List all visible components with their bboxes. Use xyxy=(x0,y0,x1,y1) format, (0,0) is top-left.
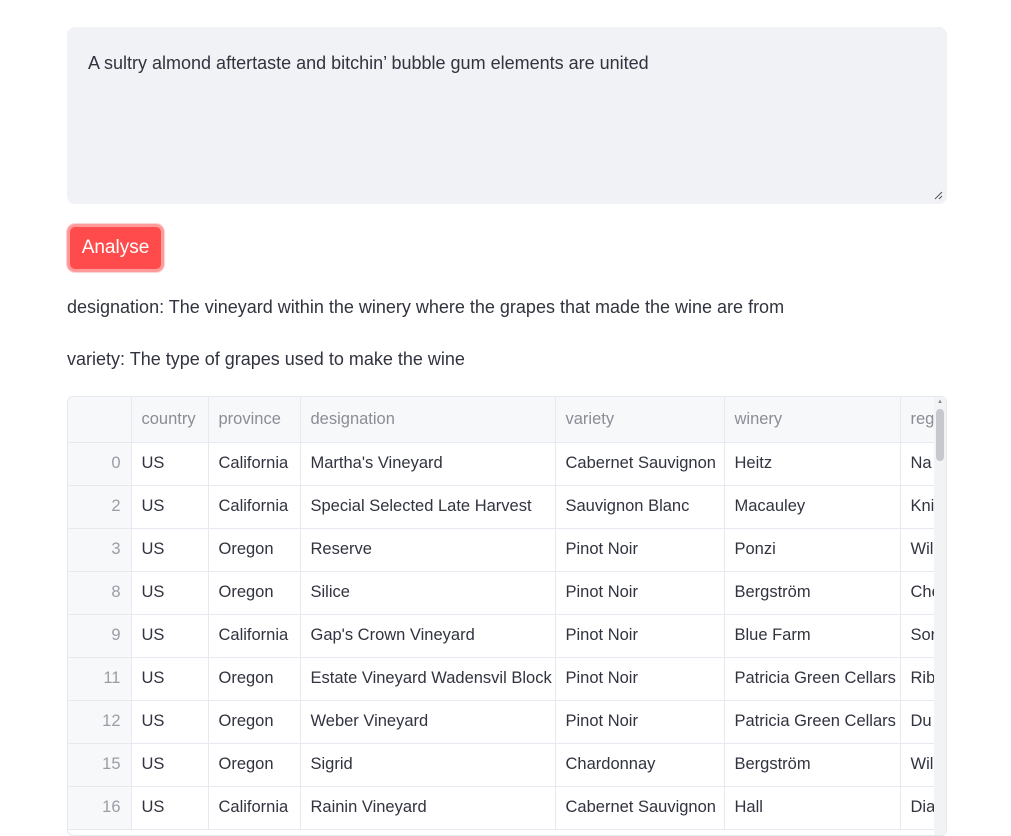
table-cell[interactable]: US xyxy=(131,786,209,830)
table-cell[interactable]: Blue Farm xyxy=(724,614,901,658)
table-cell[interactable]: Bergström xyxy=(724,743,901,787)
table-cell[interactable]: US xyxy=(131,571,209,615)
row-index[interactable]: 8 xyxy=(68,571,132,615)
table-cell[interactable]: Oregon xyxy=(208,700,301,744)
table-cell[interactable]: Sigrid xyxy=(300,743,556,787)
row-index[interactable]: 11 xyxy=(68,657,132,701)
table-row[interactable]: 3 US Oregon Reserve Pinot Noir Ponzi Wil xyxy=(68,528,946,572)
table-row[interactable]: 12 US Oregon Weber Vineyard Pinot Noir Patric… xyxy=(68,700,946,744)
results-table[interactable]: country province designation variety winery r… xyxy=(67,396,947,836)
table-row[interactable]: 11 US Oregon Estate Vineyard Wadensvil Bloc… xyxy=(68,657,946,701)
table-header-row: country province designation variety winery r… xyxy=(68,397,946,443)
table-row[interactable]: 9 US California Gap's Crown Vineyard Pinot N… xyxy=(68,614,946,658)
table-cell[interactable]: California xyxy=(208,786,301,830)
row-index[interactable]: 16 xyxy=(68,786,132,830)
table-cell[interactable]: Reserve xyxy=(300,528,556,572)
column-header[interactable]: designation xyxy=(300,397,556,443)
table-cell[interactable]: US xyxy=(131,700,209,744)
column-header[interactable]: variety xyxy=(555,397,725,443)
row-index[interactable]: 3 xyxy=(68,528,132,572)
table-row[interactable]: 15 US Oregon Sigrid Chardonnay Bergström Wil xyxy=(68,743,946,787)
table-cell[interactable]: Special Selected Late Harvest xyxy=(300,485,556,529)
table-cell[interactable]: Rainin Vineyard xyxy=(300,786,556,830)
vertical-scrollbar[interactable]: ▲ xyxy=(934,397,946,835)
designation-description: designation: The vineyard within the win… xyxy=(67,297,785,317)
table-cell[interactable]: Oregon xyxy=(208,743,301,787)
table-cell[interactable]: Pinot Noir xyxy=(555,614,725,658)
column-header[interactable]: province xyxy=(208,397,301,443)
table-cell[interactable]: Ponzi xyxy=(724,528,901,572)
table-cell[interactable]: US xyxy=(131,657,209,701)
table-cell[interactable]: US xyxy=(131,614,209,658)
review-text-input[interactable]: A sultry almond aftertaste and bitchin’ … xyxy=(67,27,947,204)
table-cell[interactable]: Patricia Green Cellars xyxy=(724,657,901,701)
review-text-value: A sultry almond aftertaste and bitchin’ … xyxy=(88,53,649,73)
column-header[interactable]: winery xyxy=(724,397,901,443)
table-cell[interactable]: Heitz xyxy=(724,442,901,486)
table-cell[interactable]: Oregon xyxy=(208,571,301,615)
table-cell[interactable]: Estate Vineyard Wadensvil Block xyxy=(300,657,556,701)
resize-handle-icon[interactable] xyxy=(933,190,943,200)
table-cell[interactable]: Silice xyxy=(300,571,556,615)
scrollbar-thumb[interactable] xyxy=(936,409,944,461)
table-cell[interactable]: Martha's Vineyard xyxy=(300,442,556,486)
table-cell[interactable]: US xyxy=(131,485,209,529)
table-row[interactable]: 0 US California Martha's Vineyard Cabernet S… xyxy=(68,442,946,486)
table-cell[interactable]: Pinot Noir xyxy=(555,528,725,572)
table-cell[interactable]: Oregon xyxy=(208,528,301,572)
table-cell[interactable]: Cabernet Sauvignon xyxy=(555,786,725,830)
table-cell[interactable]: Pinot Noir xyxy=(555,571,725,615)
table-cell[interactable]: Pinot Noir xyxy=(555,700,725,744)
table-cell[interactable]: Bergström xyxy=(724,571,901,615)
table-cell[interactable]: Oregon xyxy=(208,657,301,701)
index-header[interactable] xyxy=(68,397,132,443)
analyse-button[interactable]: Analyse xyxy=(67,224,164,272)
table-row[interactable]: 8 US Oregon Silice Pinot Noir Bergström Che xyxy=(68,571,946,615)
table-row[interactable]: 2 US California Special Selected Late Harve… xyxy=(68,485,946,529)
row-index[interactable]: 0 xyxy=(68,442,132,486)
row-index[interactable]: 15 xyxy=(68,743,132,787)
table-cell[interactable]: US xyxy=(131,743,209,787)
row-index[interactable]: 2 xyxy=(68,485,132,529)
row-index[interactable]: 9 xyxy=(68,614,132,658)
table-cell[interactable]: Pinot Noir xyxy=(555,657,725,701)
table-cell[interactable]: Chardonnay xyxy=(555,743,725,787)
table-cell[interactable]: Macauley xyxy=(724,485,901,529)
table-cell[interactable]: California xyxy=(208,442,301,486)
data-table: country province designation variety winery r… xyxy=(68,397,946,830)
variety-description: variety: The type of grapes used to make… xyxy=(67,349,465,369)
table-cell[interactable]: Patricia Green Cellars xyxy=(724,700,901,744)
table-cell[interactable]: California xyxy=(208,485,301,529)
column-header[interactable]: country xyxy=(131,397,209,443)
table-row[interactable]: 16 US California Rainin Vineyard Cabernet Sa… xyxy=(68,786,946,830)
table-cell[interactable]: Sauvignon Blanc xyxy=(555,485,725,529)
table-cell[interactable]: Weber Vineyard xyxy=(300,700,556,744)
table-cell[interactable]: Hall xyxy=(724,786,901,830)
scroll-up-icon[interactable]: ▲ xyxy=(937,399,943,405)
table-cell[interactable]: US xyxy=(131,528,209,572)
table-cell[interactable]: Cabernet Sauvignon xyxy=(555,442,725,486)
table-cell[interactable]: US xyxy=(131,442,209,486)
table-cell[interactable]: California xyxy=(208,614,301,658)
table-cell[interactable]: Gap's Crown Vineyard xyxy=(300,614,556,658)
row-index[interactable]: 12 xyxy=(68,700,132,744)
